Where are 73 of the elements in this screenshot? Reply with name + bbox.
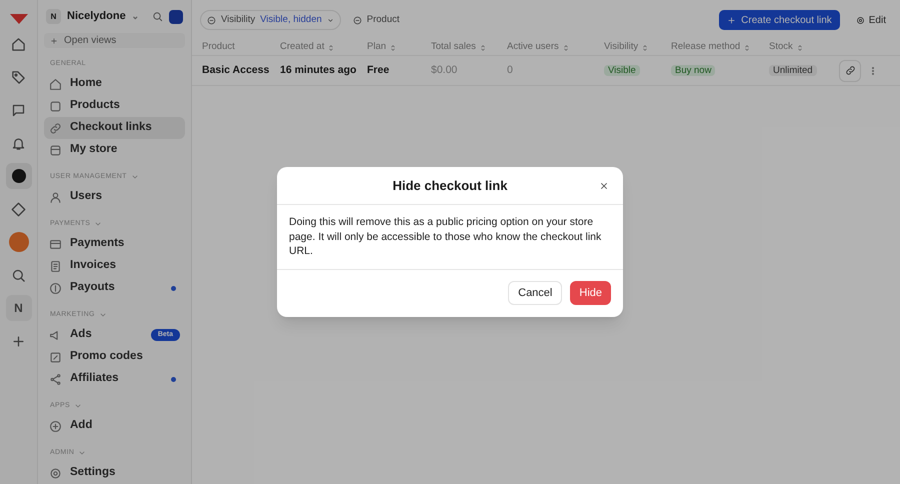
status-tag: Visible bbox=[604, 64, 640, 76]
home-icon bbox=[11, 36, 26, 52]
sidebar-item[interactable]: Settings bbox=[44, 462, 185, 484]
store-icon bbox=[49, 144, 62, 156]
status-tag: Buy now bbox=[671, 64, 716, 76]
avatar bbox=[8, 232, 28, 252]
sort-icon bbox=[389, 44, 398, 52]
copy-link-button[interactable] bbox=[839, 60, 861, 82]
table-cell: Free bbox=[367, 64, 390, 76]
filter-chip[interactable]: Product bbox=[346, 10, 406, 30]
sort-icon bbox=[796, 44, 804, 52]
edit-button[interactable]: Edit bbox=[850, 10, 892, 30]
table-cell: $0.00 bbox=[431, 64, 458, 76]
user-icon bbox=[49, 190, 62, 204]
share-icon bbox=[49, 372, 62, 386]
plus-icon bbox=[727, 16, 736, 24]
chevron-icon bbox=[130, 173, 139, 181]
coin-icon bbox=[49, 282, 62, 294]
bell-icon bbox=[11, 136, 26, 150]
sort-icon bbox=[641, 44, 650, 52]
status-tag: Unlimited bbox=[769, 64, 817, 76]
logo-icon bbox=[10, 14, 28, 24]
workspace-switcher[interactable]: N Nicelydone ⌄ bbox=[46, 8, 140, 25]
sidebar-item[interactable]: Payments bbox=[44, 233, 185, 255]
search-icon bbox=[11, 268, 26, 282]
tag-icon bbox=[11, 70, 26, 84]
home-icon bbox=[49, 78, 62, 90]
sidebar-item[interactable]: Promo codes bbox=[44, 346, 185, 368]
sort-icon bbox=[562, 44, 570, 52]
diamond-icon bbox=[11, 202, 26, 216]
chat-bubble-icon bbox=[11, 102, 26, 118]
sort-icon bbox=[743, 44, 752, 52]
sidebar-item[interactable]: My store bbox=[44, 139, 185, 161]
sidebar-item[interactable]: Users bbox=[44, 186, 185, 208]
sidebar-item[interactable]: Payouts bbox=[44, 277, 185, 299]
table-cell: Basic Access bbox=[202, 64, 270, 76]
sidebar-item[interactable]: Add bbox=[44, 415, 185, 437]
open-views-button[interactable]: Open views bbox=[44, 33, 185, 48]
chevron-icon bbox=[74, 402, 82, 410]
chevron-icon bbox=[326, 16, 334, 24]
cancel-button[interactable]: Cancel bbox=[508, 281, 562, 306]
percent-icon bbox=[49, 350, 62, 364]
avatar bbox=[169, 10, 183, 24]
table-cell: 16 minutes ago bbox=[280, 64, 356, 76]
sidebar-item[interactable]: Checkout links bbox=[44, 117, 185, 139]
chevron-icon bbox=[94, 220, 102, 228]
plus-icon bbox=[11, 334, 26, 348]
plus-circle-icon bbox=[49, 420, 62, 432]
sidebar-item[interactable]: Affiliates bbox=[44, 368, 185, 390]
filter-chip[interactable]: Visibility Visible, hidden bbox=[200, 10, 341, 30]
sidebar-item[interactable]: Home bbox=[44, 73, 185, 95]
rail-button[interactable] bbox=[6, 163, 32, 189]
create-checkout-link-button[interactable]: Create checkout link bbox=[719, 10, 840, 30]
chevron-icon bbox=[78, 449, 86, 457]
sidebar-item[interactable]: Invoices bbox=[44, 255, 185, 277]
app-icon bbox=[12, 169, 26, 183]
close-icon bbox=[599, 181, 609, 192]
workspace-button[interactable]: N bbox=[6, 295, 32, 321]
hide-button[interactable]: Hide bbox=[570, 281, 611, 306]
search-icon bbox=[152, 11, 163, 22]
box-icon bbox=[49, 100, 62, 112]
table-cell: 0 bbox=[507, 64, 513, 76]
link-icon bbox=[844, 65, 856, 76]
dialog-title: Hide checkout link bbox=[392, 177, 508, 195]
chevron-icon bbox=[98, 311, 107, 319]
sort-icon bbox=[327, 44, 336, 52]
sidebar-item[interactable]: Products bbox=[44, 95, 185, 117]
document-icon bbox=[49, 260, 62, 272]
sort-icon bbox=[478, 44, 487, 52]
card-icon bbox=[49, 238, 62, 250]
link-icon bbox=[49, 122, 62, 134]
dialog-message: Doing this will remove this as a public pricing option on your store page. It will only be accessible to those who know the checkout link URL. bbox=[289, 215, 602, 259]
plus-icon bbox=[50, 36, 58, 44]
